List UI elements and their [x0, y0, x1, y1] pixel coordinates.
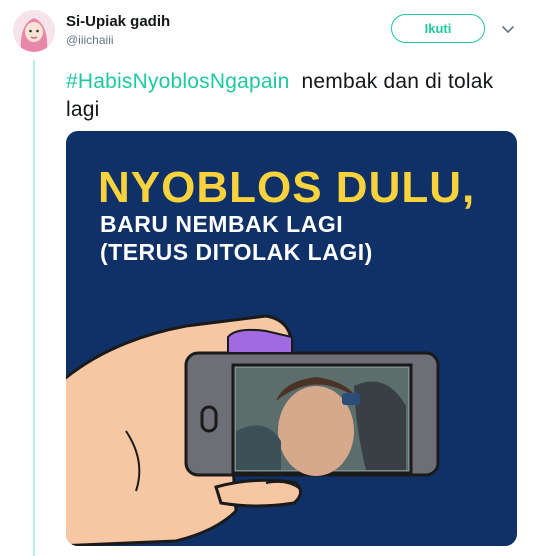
hashtag-link[interactable]: #HabisNyoblosNgapain — [66, 70, 289, 93]
user-handle[interactable]: @iiichaiii — [66, 33, 114, 47]
user-display-name[interactable]: Si-Upiak gadih — [66, 13, 170, 30]
tweet-image[interactable]: NYOBLOS DULU, BARU NEMBAK LAGI (TERUS DI… — [66, 131, 517, 546]
tweet-text: #HabisNyoblosNgapain nembak dan di tolak… — [66, 68, 516, 124]
follow-button[interactable]: Ikuti — [391, 14, 485, 43]
image-subline-2: (TERUS DITOLAK LAGI) — [100, 239, 373, 265]
avatar[interactable] — [13, 10, 55, 52]
image-subline-1: BARU NEMBAK LAGI — [100, 211, 344, 237]
thread-line — [33, 60, 35, 556]
image-headline: NYOBLOS DULU, — [98, 163, 476, 212]
chevron-down-icon[interactable] — [501, 22, 515, 36]
